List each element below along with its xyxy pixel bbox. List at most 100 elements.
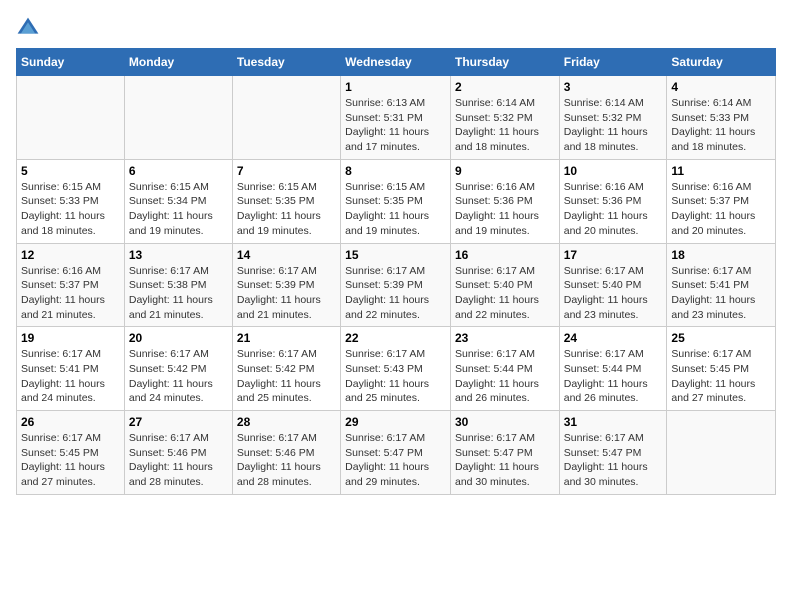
calendar-cell: 11Sunrise: 6:16 AMSunset: 5:37 PMDayligh… (667, 159, 776, 243)
calendar-cell: 24 Sunrise: 6:17 AMSunset: 5:44 PMDayligh… (559, 327, 667, 411)
calendar-cell: 14Sunrise: 6:17 AMSunset: 5:39 PMDayligh… (232, 243, 340, 327)
calendar-cell (232, 76, 340, 160)
calendar-cell: 18 Sunrise: 6:17 AMSunset: 5:41 PMDayligh… (667, 243, 776, 327)
day-number: 16 (455, 248, 555, 262)
day-number: 5 (21, 164, 120, 178)
day-number: 19 (21, 331, 120, 345)
calendar-cell: 30Sunrise: 6:17 AMSunset: 5:47 PMDayligh… (450, 411, 559, 495)
calendar-cell: 26 Sunrise: 6:17 AMSunset: 5:45 PMDayligh… (17, 411, 125, 495)
week-row-5: 26 Sunrise: 6:17 AMSunset: 5:45 PMDayligh… (17, 411, 776, 495)
day-number: 31 (564, 415, 663, 429)
day-number: 20 (129, 331, 228, 345)
calendar-cell: 4 Sunrise: 6:14 AMSunset: 5:33 PMDaylight… (667, 76, 776, 160)
day-number: 26 (21, 415, 120, 429)
calendar-cell: 8 Sunrise: 6:15 AMSunset: 5:35 PMDaylight… (341, 159, 451, 243)
week-row-2: 5 Sunrise: 6:15 AMSunset: 5:33 PMDaylight… (17, 159, 776, 243)
day-info: Sunrise: 6:17 AMSunset: 5:41 PMDaylight:… (671, 264, 771, 323)
calendar-cell: 5 Sunrise: 6:15 AMSunset: 5:33 PMDaylight… (17, 159, 125, 243)
calendar-cell (17, 76, 125, 160)
calendar-cell: 27 Sunrise: 6:17 AMSunset: 5:46 PMDayligh… (124, 411, 232, 495)
calendar-cell (667, 411, 776, 495)
week-row-1: 1Sunrise: 6:13 AMSunset: 5:31 PMDaylight… (17, 76, 776, 160)
header-monday: Monday (124, 49, 232, 76)
day-number: 7 (237, 164, 336, 178)
day-number: 4 (671, 80, 771, 94)
week-row-4: 19 Sunrise: 6:17 AMSunset: 5:41 PMDayligh… (17, 327, 776, 411)
calendar-cell: 20 Sunrise: 6:17 AMSunset: 5:42 PMDayligh… (124, 327, 232, 411)
day-info: Sunrise: 6:16 AMSunset: 5:37 PMDaylight:… (21, 264, 120, 323)
calendar-cell: 15Sunrise: 6:17 AMSunset: 5:39 PMDayligh… (341, 243, 451, 327)
day-info: Sunrise: 6:17 AMSunset: 5:44 PMDaylight:… (564, 347, 663, 406)
calendar-cell: 19 Sunrise: 6:17 AMSunset: 5:41 PMDayligh… (17, 327, 125, 411)
calendar-cell: 7 Sunrise: 6:15 AMSunset: 5:35 PMDaylight… (232, 159, 340, 243)
day-number: 28 (237, 415, 336, 429)
calendar-cell: 12 Sunrise: 6:16 AMSunset: 5:37 PMDayligh… (17, 243, 125, 327)
header-wednesday: Wednesday (341, 49, 451, 76)
day-number: 30 (455, 415, 555, 429)
week-row-3: 12 Sunrise: 6:16 AMSunset: 5:37 PMDayligh… (17, 243, 776, 327)
day-info: Sunrise: 6:17 AMSunset: 5:46 PMDaylight:… (129, 431, 228, 490)
day-info: Sunrise: 6:17 AMSunset: 5:43 PMDaylight:… (345, 347, 446, 406)
day-number: 25 (671, 331, 771, 345)
header-tuesday: Tuesday (232, 49, 340, 76)
day-info: Sunrise: 6:17 AMSunset: 5:41 PMDaylight:… (21, 347, 120, 406)
day-info: Sunrise: 6:16 AMSunset: 5:37 PMDaylight:… (671, 180, 771, 239)
day-info: Sunrise: 6:17 AMSunset: 5:46 PMDaylight:… (237, 431, 336, 490)
day-info: Sunrise: 6:15 AMSunset: 5:33 PMDaylight:… (21, 180, 120, 239)
day-number: 8 (345, 164, 446, 178)
calendar-cell: 17 Sunrise: 6:17 AMSunset: 5:40 PMDayligh… (559, 243, 667, 327)
day-info: Sunrise: 6:16 AMSunset: 5:36 PMDaylight:… (455, 180, 555, 239)
calendar-cell: 21 Sunrise: 6:17 AMSunset: 5:42 PMDayligh… (232, 327, 340, 411)
day-number: 9 (455, 164, 555, 178)
header-sunday: Sunday (17, 49, 125, 76)
calendar-cell: 9 Sunrise: 6:16 AMSunset: 5:36 PMDaylight… (450, 159, 559, 243)
day-number: 15 (345, 248, 446, 262)
day-number: 12 (21, 248, 120, 262)
day-info: Sunrise: 6:17 AMSunset: 5:39 PMDaylight:… (237, 264, 336, 323)
day-info: Sunrise: 6:14 AMSunset: 5:32 PMDaylight:… (564, 96, 663, 155)
logo (16, 16, 44, 40)
day-info: Sunrise: 6:17 AMSunset: 5:44 PMDaylight:… (455, 347, 555, 406)
day-number: 18 (671, 248, 771, 262)
day-number: 29 (345, 415, 446, 429)
day-info: Sunrise: 6:17 AMSunset: 5:47 PMDaylight:… (564, 431, 663, 490)
header-saturday: Saturday (667, 49, 776, 76)
day-info: Sunrise: 6:17 AMSunset: 5:45 PMDaylight:… (671, 347, 771, 406)
calendar-cell: 1Sunrise: 6:13 AMSunset: 5:31 PMDaylight… (341, 76, 451, 160)
day-info: Sunrise: 6:14 AMSunset: 5:33 PMDaylight:… (671, 96, 771, 155)
calendar-cell: 23 Sunrise: 6:17 AMSunset: 5:44 PMDayligh… (450, 327, 559, 411)
calendar-cell: 13 Sunrise: 6:17 AMSunset: 5:38 PMDayligh… (124, 243, 232, 327)
day-number: 24 (564, 331, 663, 345)
calendar-cell: 31 Sunrise: 6:17 AMSunset: 5:47 PMDayligh… (559, 411, 667, 495)
day-info: Sunrise: 6:17 AMSunset: 5:42 PMDaylight:… (129, 347, 228, 406)
day-info: Sunrise: 6:15 AMSunset: 5:35 PMDaylight:… (345, 180, 446, 239)
calendar-cell: 29Sunrise: 6:17 AMSunset: 5:47 PMDayligh… (341, 411, 451, 495)
day-number: 21 (237, 331, 336, 345)
day-number: 3 (564, 80, 663, 94)
calendar-header-row: SundayMondayTuesdayWednesdayThursdayFrid… (17, 49, 776, 76)
day-info: Sunrise: 6:17 AMSunset: 5:42 PMDaylight:… (237, 347, 336, 406)
day-number: 13 (129, 248, 228, 262)
calendar-cell: 6 Sunrise: 6:15 AMSunset: 5:34 PMDaylight… (124, 159, 232, 243)
calendar-cell: 10Sunrise: 6:16 AMSunset: 5:36 PMDayligh… (559, 159, 667, 243)
day-number: 2 (455, 80, 555, 94)
calendar-table: SundayMondayTuesdayWednesdayThursdayFrid… (16, 48, 776, 495)
day-info: Sunrise: 6:13 AMSunset: 5:31 PMDaylight:… (345, 96, 446, 155)
day-number: 23 (455, 331, 555, 345)
page-header (16, 16, 776, 40)
day-info: Sunrise: 6:17 AMSunset: 5:40 PMDaylight:… (455, 264, 555, 323)
day-number: 6 (129, 164, 228, 178)
calendar-cell: 25 Sunrise: 6:17 AMSunset: 5:45 PMDayligh… (667, 327, 776, 411)
day-info: Sunrise: 6:15 AMSunset: 5:35 PMDaylight:… (237, 180, 336, 239)
day-info: Sunrise: 6:17 AMSunset: 5:45 PMDaylight:… (21, 431, 120, 490)
calendar-cell: 16 Sunrise: 6:17 AMSunset: 5:40 PMDayligh… (450, 243, 559, 327)
day-number: 27 (129, 415, 228, 429)
day-info: Sunrise: 6:14 AMSunset: 5:32 PMDaylight:… (455, 96, 555, 155)
day-number: 17 (564, 248, 663, 262)
day-number: 22 (345, 331, 446, 345)
calendar-cell (124, 76, 232, 160)
day-info: Sunrise: 6:17 AMSunset: 5:38 PMDaylight:… (129, 264, 228, 323)
day-info: Sunrise: 6:16 AMSunset: 5:36 PMDaylight:… (564, 180, 663, 239)
day-info: Sunrise: 6:17 AMSunset: 5:40 PMDaylight:… (564, 264, 663, 323)
day-info: Sunrise: 6:15 AMSunset: 5:34 PMDaylight:… (129, 180, 228, 239)
